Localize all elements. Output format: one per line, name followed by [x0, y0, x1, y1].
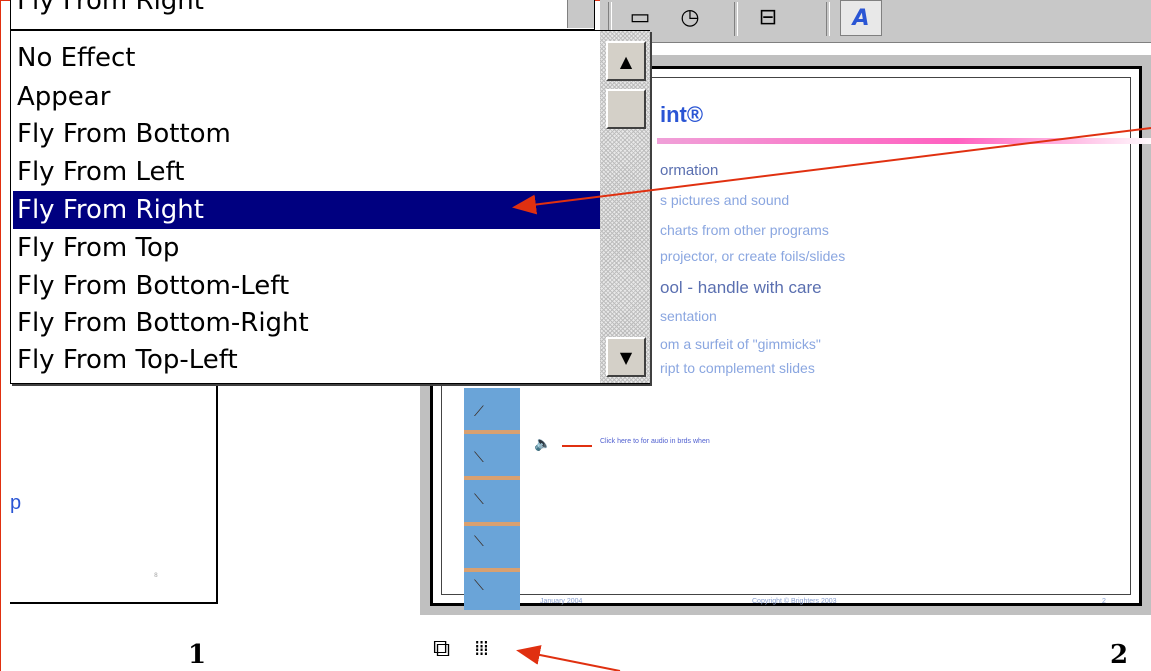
annotation-line: [562, 445, 592, 447]
rehearse-timings-icon[interactable]: ◷: [668, 0, 712, 34]
slide-transition-icon[interactable]: ▭: [618, 0, 662, 34]
show-formatting-icon[interactable]: A: [840, 0, 882, 36]
footer-copyright: Copyright © Brighters 2003: [752, 598, 837, 605]
slide-thumbnail[interactable]: p 8: [10, 370, 218, 604]
dropdown-icon[interactable]: [567, 0, 594, 28]
list-item[interactable]: Fly From Bottom: [13, 115, 601, 153]
scrollbar-down-icon[interactable]: ▼: [606, 337, 646, 377]
bird-icon: ⟍: [474, 534, 484, 550]
scrollbar-up-icon[interactable]: ▲: [606, 41, 646, 81]
list-item[interactable]: No Effect: [13, 39, 601, 77]
footer-date: January 2004: [540, 598, 583, 605]
slide-title: int®: [660, 102, 704, 127]
bullet: ormation: [660, 162, 719, 179]
sound-caption: Click here to for audio in brds when: [600, 438, 710, 445]
bird-icon: ⟍: [474, 450, 484, 466]
bullet: sentation: [660, 308, 717, 324]
bird-icon: ⟍: [474, 492, 484, 508]
list-item[interactable]: Fly From Top-Left: [13, 341, 601, 379]
toolbar-separator: [734, 2, 738, 36]
combobox-value: Fly From Right: [17, 0, 204, 16]
list-item[interactable]: Fly From Bottom-Left: [13, 267, 601, 305]
effect-dropdown-list[interactable]: No Effect Appear Fly From Bottom Fly Fro…: [10, 30, 650, 384]
slide-number-left: 1: [188, 640, 207, 670]
list-item-selected[interactable]: Fly From Right: [13, 191, 601, 229]
eagle-image-strip: ⟋ ⟍ ⟍ ⟍ ⟍: [464, 388, 520, 610]
summary-slide-icon[interactable]: ⊟: [746, 0, 790, 34]
thumbnail-text: p: [10, 492, 22, 514]
list-item[interactable]: Fly From Top: [13, 229, 601, 267]
bullet: ool - handle with care: [660, 278, 822, 297]
bird-icon: ⟍: [474, 578, 484, 594]
bullet: charts from other programs: [660, 222, 829, 238]
slide-number-right: 2: [1110, 640, 1129, 670]
bullet: s pictures and sound: [660, 192, 790, 208]
thumbnail-page-number: 8: [154, 572, 158, 579]
list-item[interactable]: Fly From Bottom-Right: [13, 304, 601, 342]
bullet: ript to complement slides: [660, 360, 815, 376]
effect-combobox[interactable]: Fly From Right: [10, 0, 595, 30]
toolbar: ▭ ◷ ⊟ A: [600, 0, 1151, 43]
footer-page-number: 2: [1102, 598, 1106, 605]
toolbar-separator: [826, 2, 830, 36]
bullet: om a surfeit of "gimmicks": [660, 336, 821, 352]
bird-icon: ⟋: [474, 404, 484, 420]
bullet: projector, or create foils/slides: [660, 248, 846, 264]
slide-sorter-icon[interactable]: ⁞⁞⁞: [474, 636, 489, 660]
title-underline: [657, 138, 1151, 144]
list-item[interactable]: Fly From Left: [13, 153, 601, 191]
list-item[interactable]: Appear: [13, 78, 601, 116]
slide-show-icon[interactable]: ⧉: [433, 634, 450, 662]
speaker-icon[interactable]: 🔈: [534, 436, 551, 452]
scrollbar[interactable]: ▲ ▼: [600, 31, 650, 383]
scrollbar-thumb[interactable]: [606, 89, 646, 129]
